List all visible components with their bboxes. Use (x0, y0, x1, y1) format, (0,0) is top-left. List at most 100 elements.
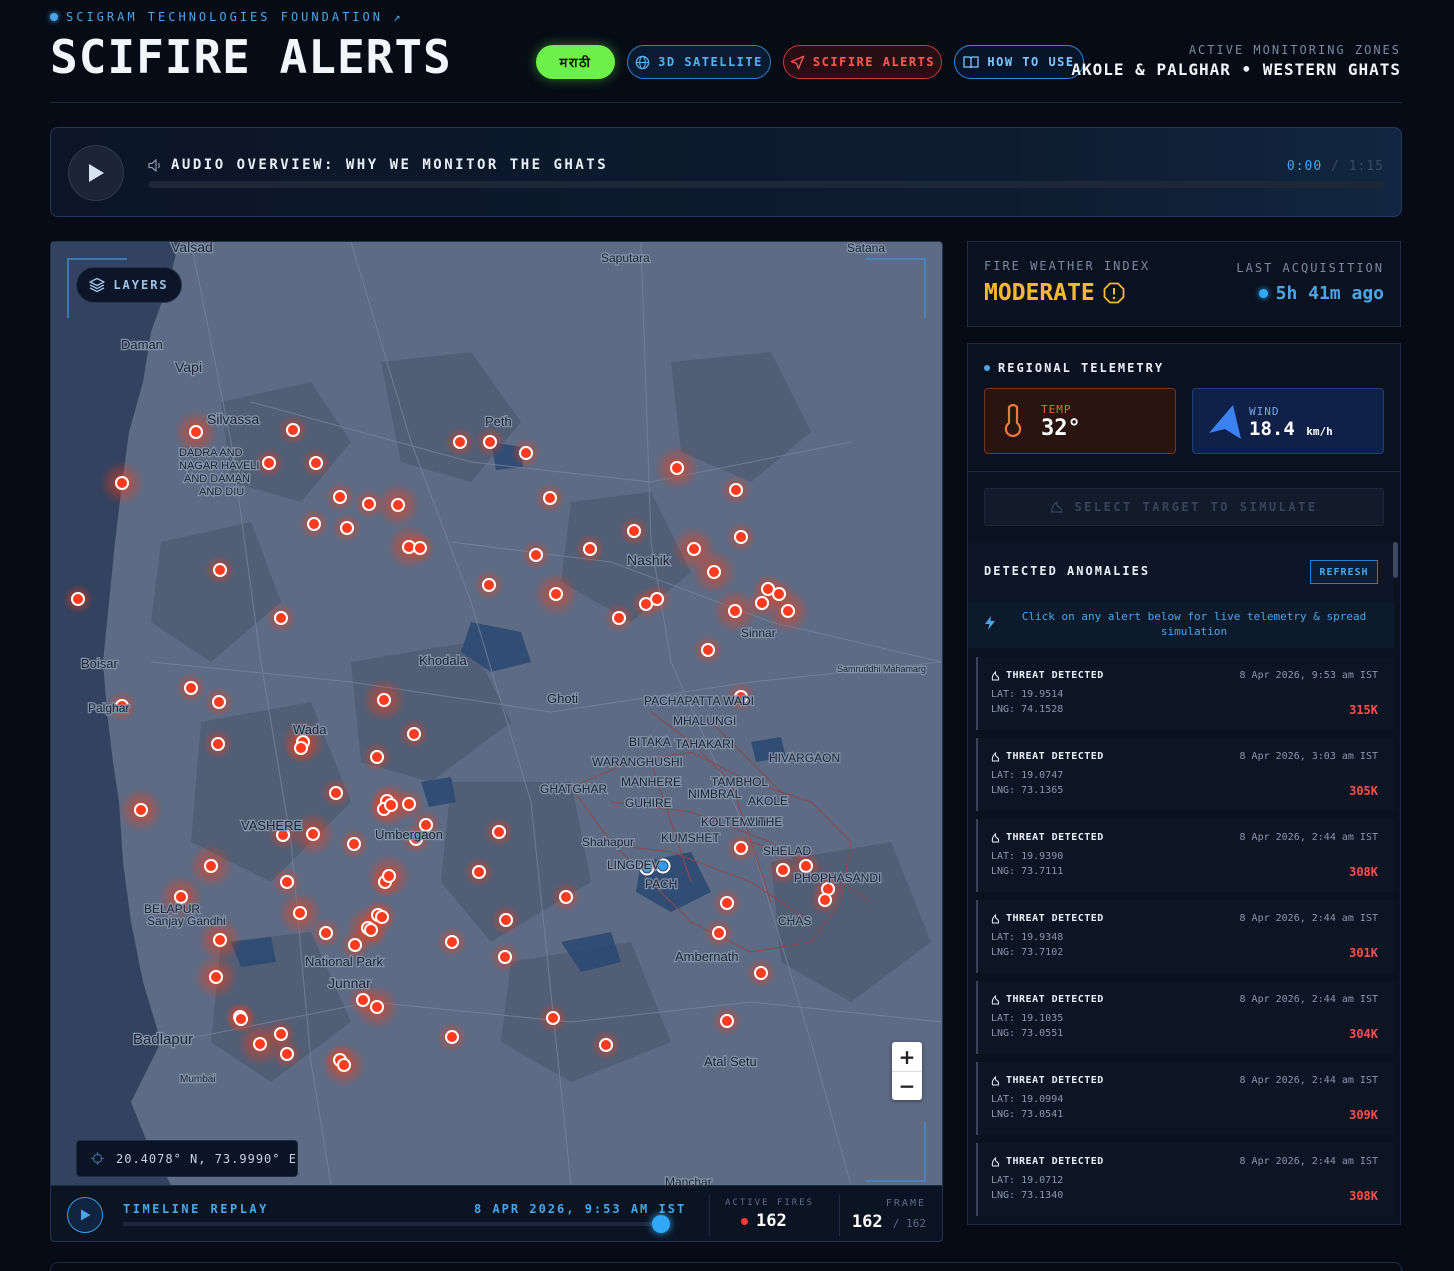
alert-item[interactable]: THREAT DETECTED 8 Apr 2026, 3:03 am IST LA… (976, 738, 1394, 811)
fire-marker[interactable] (612, 611, 626, 625)
fire-marker[interactable] (204, 859, 218, 873)
fire-marker[interactable] (189, 425, 203, 439)
fire-marker[interactable] (729, 483, 743, 497)
fire-marker[interactable] (382, 869, 396, 883)
fire-marker[interactable] (781, 604, 795, 618)
simulate-button[interactable]: SELECT TARGET TO SIMULATE (984, 488, 1384, 526)
fire-marker[interactable] (280, 1047, 294, 1061)
fire-marker[interactable] (755, 596, 769, 610)
fire-marker[interactable] (209, 970, 223, 984)
fire-marker[interactable] (309, 456, 323, 470)
fire-marker[interactable] (498, 950, 512, 964)
fire-marker[interactable] (333, 490, 347, 504)
fire-marker[interactable] (340, 521, 354, 535)
scrollbar[interactable] (1393, 542, 1398, 578)
alert-item[interactable]: THREAT DETECTED 8 Apr 2026, 2:44 am IST LA… (976, 1062, 1394, 1135)
fire-marker[interactable] (583, 542, 597, 556)
fire-marker[interactable] (818, 893, 832, 907)
fire-marker[interactable] (728, 604, 742, 618)
fire-marker[interactable] (362, 497, 376, 511)
fire-marker[interactable] (453, 435, 467, 449)
fire-marker[interactable] (375, 910, 389, 924)
fire-marker[interactable] (559, 890, 573, 904)
alert-item[interactable]: THREAT DETECTED 8 Apr 2026, 2:44 am IST LA… (976, 1143, 1394, 1216)
fire-marker[interactable] (211, 737, 225, 751)
fire-marker[interactable] (306, 827, 320, 841)
fire-marker[interactable] (370, 750, 384, 764)
fire-marker[interactable] (329, 786, 343, 800)
fire-marker[interactable] (391, 498, 405, 512)
fire-marker[interactable] (71, 592, 85, 606)
fire-marker[interactable] (262, 456, 276, 470)
fire-marker[interactable] (212, 695, 226, 709)
fire-marker[interactable] (712, 926, 726, 940)
map-canvas[interactable]: Valsad Saputara Satana Daman Vapi Silvassa DAD… (51, 242, 942, 1185)
fire-marker[interactable] (776, 863, 790, 877)
how-to-use-button[interactable]: HOW TO USE (954, 45, 1084, 79)
fire-marker[interactable] (319, 926, 333, 940)
language-toggle-button[interactable]: मराठी (536, 45, 615, 79)
timeline-slider-thumb[interactable] (652, 1215, 670, 1233)
fire-marker[interactable] (720, 896, 734, 910)
org-link[interactable]: SCIGRAM TECHNOLOGIES FOUNDATION ↗ (50, 10, 403, 24)
timeline-play-button[interactable] (67, 1197, 103, 1233)
fire-marker[interactable] (734, 530, 748, 544)
fire-marker[interactable] (482, 578, 496, 592)
fire-marker[interactable] (546, 1011, 560, 1025)
alert-item[interactable]: THREAT DETECTED 8 Apr 2026, 2:44 am IST LA… (976, 819, 1394, 892)
fire-marker[interactable] (307, 517, 321, 531)
fire-marker[interactable] (734, 841, 748, 855)
fire-marker[interactable] (543, 491, 557, 505)
alert-item[interactable]: THREAT DETECTED 8 Apr 2026, 2:44 am IST LA… (976, 981, 1394, 1054)
fire-marker[interactable] (402, 797, 416, 811)
fire-marker[interactable] (348, 938, 362, 952)
fire-marker[interactable] (115, 476, 129, 490)
fire-marker[interactable] (492, 825, 506, 839)
fire-marker[interactable] (213, 933, 227, 947)
fire-marker[interactable] (184, 681, 198, 695)
fire-marker[interactable] (213, 563, 227, 577)
fire-marker[interactable] (670, 461, 684, 475)
fire-marker[interactable] (701, 643, 715, 657)
fire-marker[interactable] (445, 1030, 459, 1044)
fire-marker[interactable] (772, 587, 786, 601)
layers-button[interactable]: LAYERS (76, 267, 182, 303)
fire-marker[interactable] (707, 565, 721, 579)
fire-marker[interactable] (384, 798, 398, 812)
fire-marker[interactable] (337, 1058, 351, 1072)
fire-map[interactable]: Valsad Saputara Satana Daman Vapi Silvassa DAD… (50, 241, 943, 1242)
fire-marker[interactable] (134, 803, 148, 817)
fire-marker[interactable] (599, 1038, 613, 1052)
alert-item[interactable]: THREAT DETECTED 8 Apr 2026, 2:44 am IST LA… (976, 900, 1394, 973)
fire-marker[interactable] (407, 727, 421, 741)
audio-progress-track[interactable] (148, 181, 1384, 188)
fire-marker[interactable] (720, 1014, 734, 1028)
fire-marker[interactable] (364, 923, 378, 937)
satellite-view-button[interactable]: 3D SATELLITE (627, 45, 771, 79)
fire-marker[interactable] (627, 524, 641, 538)
fire-marker[interactable] (286, 423, 300, 437)
fire-marker[interactable] (253, 1037, 267, 1051)
fire-marker[interactable] (483, 435, 497, 449)
fire-marker[interactable] (356, 993, 370, 1007)
fire-marker[interactable] (687, 542, 701, 556)
fire-marker[interactable] (274, 611, 288, 625)
audio-play-button[interactable] (68, 145, 124, 201)
fire-marker[interactable] (549, 587, 563, 601)
fire-marker[interactable] (472, 865, 486, 879)
fire-marker[interactable] (280, 875, 294, 889)
fire-marker[interactable] (370, 1000, 384, 1014)
fire-marker[interactable] (754, 966, 768, 980)
alert-item[interactable]: THREAT DETECTED 8 Apr 2026, 9:53 am IST LA… (976, 657, 1394, 730)
fire-marker[interactable] (519, 446, 533, 460)
fire-marker[interactable] (347, 837, 361, 851)
fire-marker[interactable] (274, 1027, 288, 1041)
zoom-in-button[interactable]: + (892, 1042, 922, 1071)
fire-marker[interactable] (529, 548, 543, 562)
timeline-slider[interactable] (123, 1215, 670, 1233)
fire-marker[interactable] (293, 906, 307, 920)
fire-marker[interactable] (445, 935, 459, 949)
fire-marker[interactable] (294, 741, 308, 755)
fire-marker[interactable] (234, 1012, 248, 1026)
refresh-button[interactable]: REFRESH (1310, 560, 1378, 584)
